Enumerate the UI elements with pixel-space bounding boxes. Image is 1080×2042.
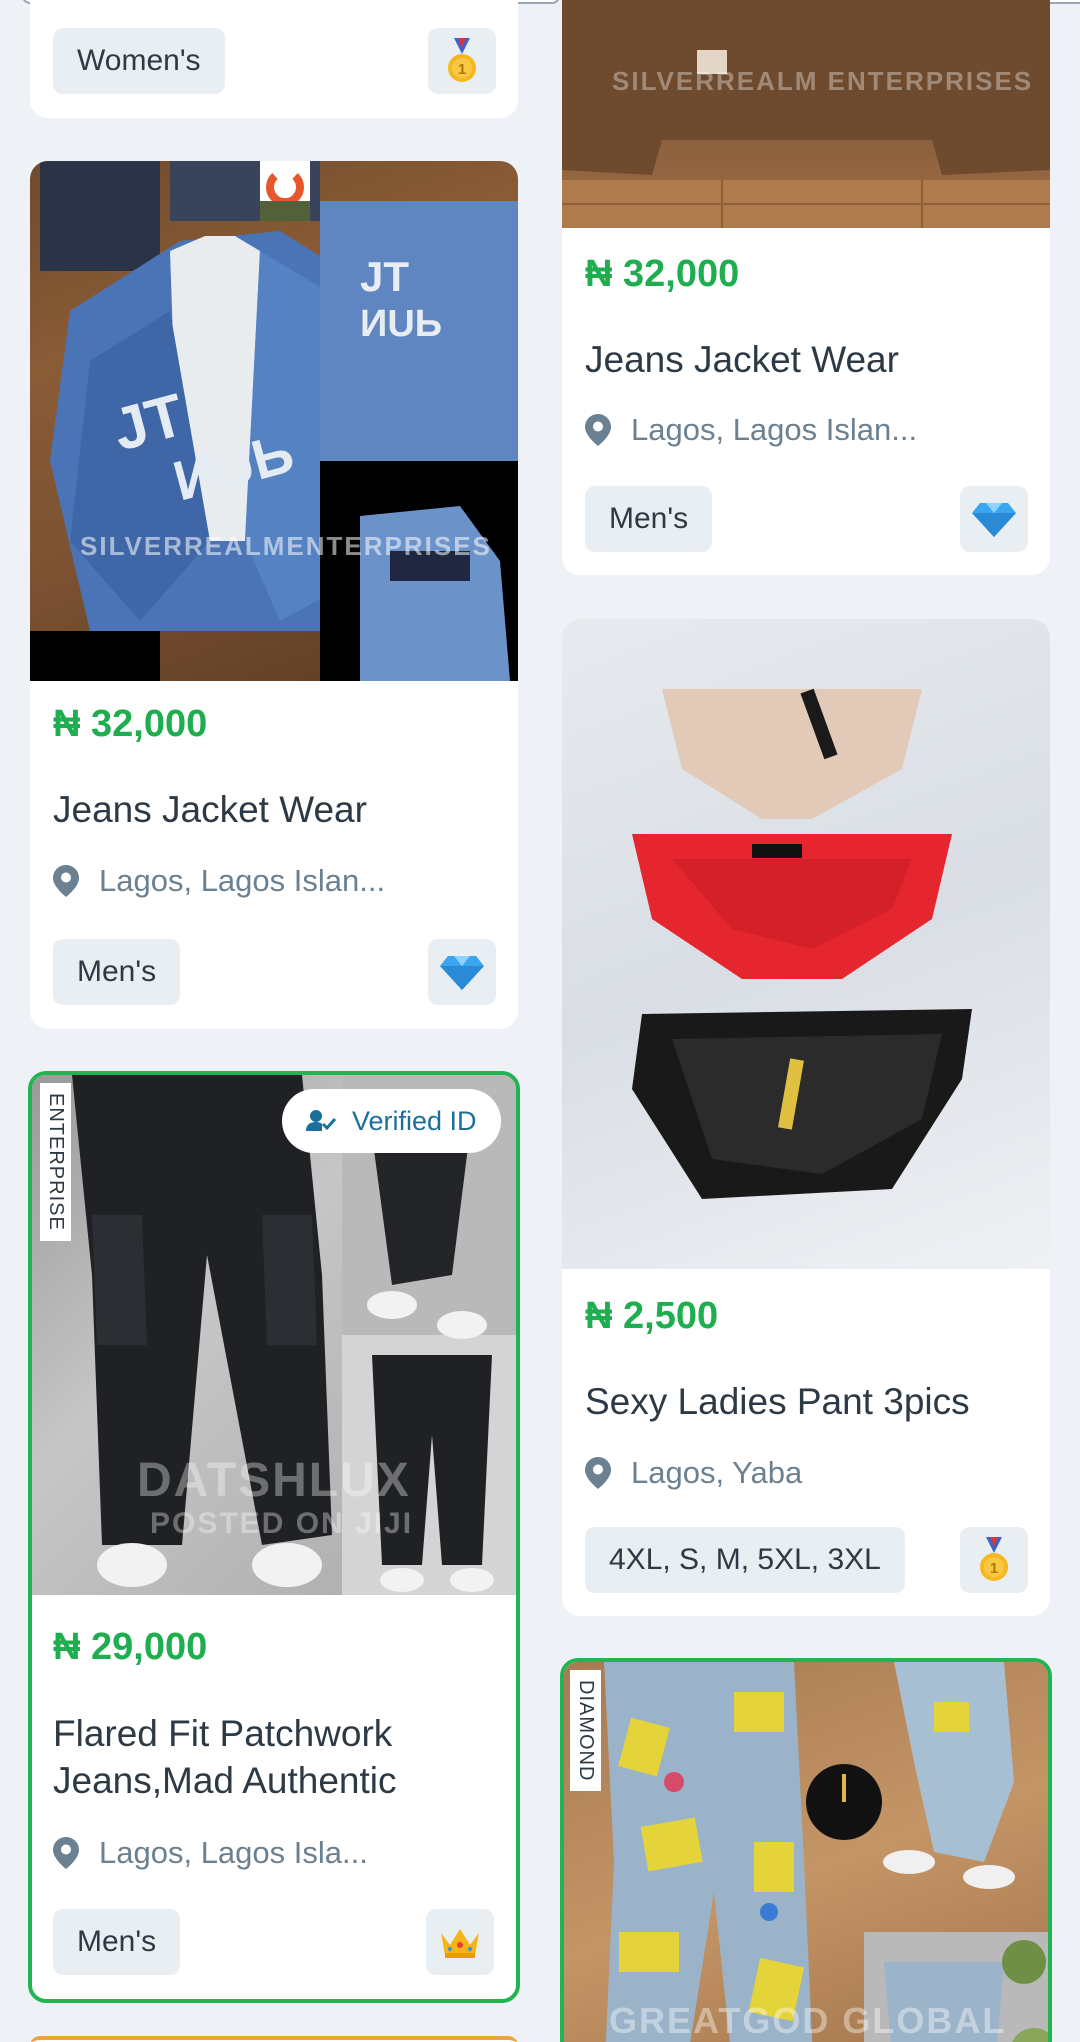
verified-user-icon <box>306 1110 336 1131</box>
listing-card[interactable]: ₦ 2,500 Sexy Ladies Pant 3pics Lagos, Ya… <box>562 619 1050 1616</box>
location-text: Lagos, Lagos Islan... <box>631 412 918 447</box>
location-pin-icon <box>585 1457 611 1489</box>
enterprise-ribbon: ENTERPRISE <box>40 1083 71 1241</box>
price: ₦ 29,000 <box>53 1626 208 1668</box>
category-tag: Men's <box>53 939 181 1005</box>
diamond-ribbon: DIAMOND <box>570 1670 601 1792</box>
watermark: SILVERREALM ENTERPRISES <box>612 66 1034 96</box>
location: Lagos, Lagos Islan... <box>585 412 917 448</box>
price: ₦ 32,000 <box>585 253 740 295</box>
listing-card-featured[interactable]: DATSHLUX POSTED ON JIJI ENTERPRISE Verif… <box>28 1071 520 2003</box>
product-image[interactable]: DATSHLUX POSTED ON JIJI <box>32 1075 516 1595</box>
location: Lagos, Lagos Islan... <box>53 863 385 899</box>
product-image[interactable] <box>562 619 1050 1269</box>
location: Lagos, Yaba <box>585 1455 802 1491</box>
diamond-icon <box>428 939 496 1005</box>
listing-card[interactable]: SILVERREALM ENTERPRISES ₦ 32,000 Jeans J… <box>562 0 1050 575</box>
watermark: DATSHLUX <box>137 1454 411 1507</box>
listing-card[interactable]: JT ИUЬ JT ИUЬ SILVERREALMENTERPRISES ₦ 3… <box>30 161 518 1029</box>
listing-title-line2: Jeans,Mad Authentic <box>53 1760 397 1801</box>
gold-medal-icon: 1 <box>428 28 496 94</box>
listing-title: Sexy Ladies Pant 3pics <box>585 1381 970 1422</box>
location: Lagos, Lagos Isla... <box>53 1835 368 1871</box>
location-text: Lagos, Yaba <box>631 1455 803 1490</box>
gold-medal-icon: 1 <box>960 1527 1028 1593</box>
crown-icon <box>426 1909 494 1975</box>
location-text: Lagos, Lagos Isla... <box>99 1835 368 1870</box>
price: ₦ 2,500 <box>585 1295 719 1337</box>
listing-title-line1: Flared Fit Patchwork <box>53 1713 393 1754</box>
listing-title: Jeans Jacket Wear <box>53 789 367 830</box>
verified-id-badge: Verified ID <box>282 1089 501 1153</box>
listing-card[interactable]: Women's 1 <box>30 0 518 118</box>
product-image[interactable]: JT ИUЬ JT ИUЬ SILVERREALMENTERPRISES <box>30 161 518 681</box>
product-image[interactable]: GREATGOD GLOBAL <box>564 1662 1048 2042</box>
location-text: Lagos, Lagos Islan... <box>99 863 386 898</box>
listing-card-next[interactable] <box>30 2036 518 2042</box>
svg-text:1: 1 <box>990 1560 998 1577</box>
diamond-icon <box>960 486 1028 552</box>
location-pin-icon <box>53 1837 79 1869</box>
svg-text:JT: JT <box>360 253 409 300</box>
watermark: POSTED ON JIJI <box>150 1507 414 1540</box>
product-image[interactable]: SILVERREALM ENTERPRISES <box>562 0 1050 228</box>
verified-label: Verified ID <box>352 1105 477 1136</box>
category-tag: Men's <box>53 1909 181 1975</box>
location-pin-icon <box>585 414 611 446</box>
svg-text:ИUЬ: ИUЬ <box>360 303 442 345</box>
listing-card-featured[interactable]: GREATGOD GLOBAL DIAMOND <box>560 1658 1052 2042</box>
category-tag: Men's <box>585 486 713 552</box>
watermark: SILVERREALMENTERPRISES <box>80 531 492 561</box>
location-pin-icon <box>53 865 79 897</box>
watermark: GREATGOD GLOBAL <box>609 2000 1007 2041</box>
size-tag: 4XL, S, M, 5XL, 3XL <box>585 1527 905 1593</box>
svg-text:1: 1 <box>458 61 466 78</box>
price: ₦ 32,000 <box>53 703 208 745</box>
listing-title: Jeans Jacket Wear <box>585 339 899 380</box>
category-tag: Women's <box>53 28 225 94</box>
